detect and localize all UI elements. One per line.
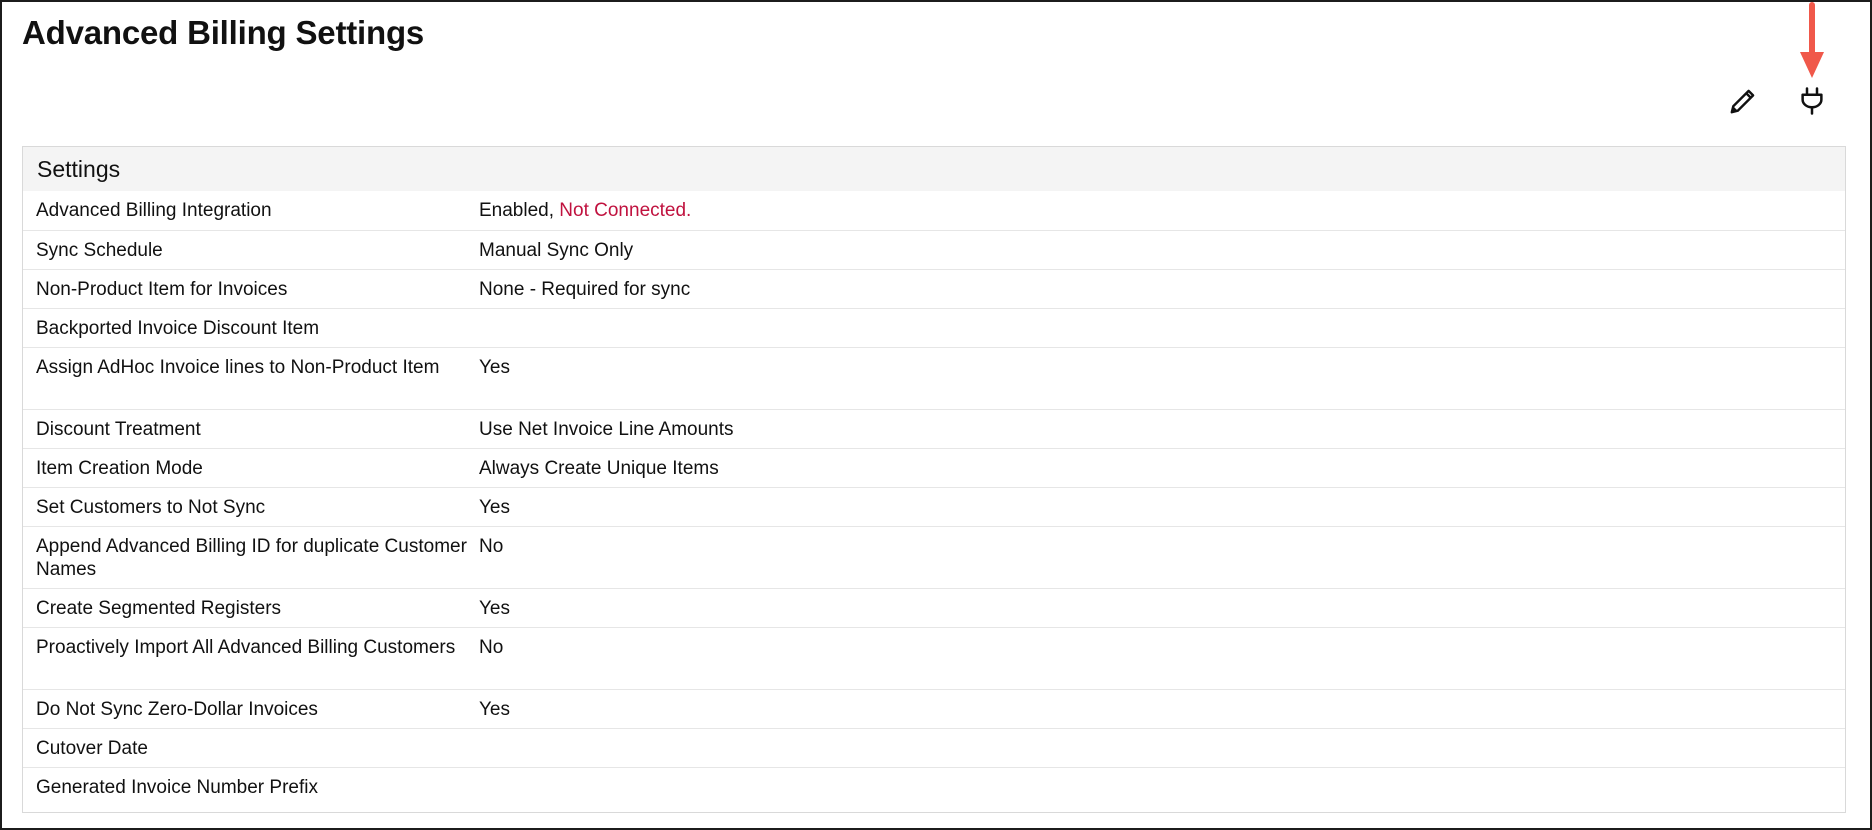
row-label: Do Not Sync Zero-Dollar Invoices <box>36 699 318 720</box>
connect-button[interactable] <box>1792 81 1832 121</box>
row-label: Generated Invoice Number Prefix <box>36 777 318 798</box>
settings-row: Item Creation Mode Always Create Unique … <box>23 448 1845 487</box>
row-value-alert: None - Required for sync <box>479 279 691 300</box>
settings-row: Proactively Import All Advanced Billing … <box>23 627 1845 689</box>
settings-row: Discount Treatment Use Net Invoice Line … <box>23 409 1845 448</box>
settings-row: Non-Product Item for Invoices None - Req… <box>23 269 1845 308</box>
pencil-icon <box>1730 89 1755 114</box>
settings-row: Append Advanced Billing ID for duplicate… <box>23 526 1845 588</box>
row-label: Create Segmented Registers <box>36 598 282 619</box>
row-value: Yes <box>479 497 510 518</box>
row-label: Sync Schedule <box>36 240 163 261</box>
row-label: Advanced Billing Integration <box>36 200 272 221</box>
edit-button[interactable] <box>1723 81 1763 121</box>
settings-row: Set Customers to Not Sync Yes <box>23 487 1845 526</box>
settings-row: Do Not Sync Zero-Dollar Invoices Yes <box>23 689 1845 728</box>
row-value: Always Create Unique Items <box>479 458 719 479</box>
settings-row: Create Segmented Registers Yes <box>23 588 1845 627</box>
settings-row: Advanced Billing Integration Enabled, No… <box>23 191 1845 230</box>
row-label: Append Advanced Billing ID for duplicate… <box>36 536 467 580</box>
row-label: Discount Treatment <box>36 419 201 440</box>
settings-row: Generated Invoice Number Prefix <box>23 767 1845 806</box>
settings-row: Backported Invoice Discount Item <box>23 308 1845 347</box>
row-value: No <box>479 536 504 557</box>
settings-row: Cutover Date <box>23 728 1845 767</box>
plug-icon <box>1801 87 1823 115</box>
annotation-arrow-icon <box>1800 2 1824 78</box>
connection-alert: Not Connected. <box>559 200 692 221</box>
row-value: Yes <box>479 357 510 378</box>
panel-header: Settings <box>23 147 1845 191</box>
row-value: Yes <box>479 598 510 619</box>
row-label: Set Customers to Not Sync <box>36 497 266 518</box>
row-label: Assign AdHoc Invoice lines to Non-Produc… <box>36 357 440 378</box>
row-value <box>479 776 1845 806</box>
settings-row: Assign AdHoc Invoice lines to Non-Produc… <box>23 347 1845 409</box>
settings-table: Advanced Billing Integration Enabled, No… <box>23 191 1845 806</box>
settings-row: Sync Schedule Manual Sync Only <box>23 230 1845 269</box>
settings-page: Advanced Billing Settings Settings Advan… <box>0 0 1872 830</box>
row-value <box>479 317 1845 347</box>
page-title: Advanced Billing Settings <box>22 14 425 51</box>
row-value: Manual Sync Only <box>479 240 634 261</box>
row-label: Backported Invoice Discount Item <box>36 318 320 339</box>
settings-panel: Settings Advanced Billing Integration En… <box>22 146 1846 813</box>
row-value: Enabled, Not Connected. <box>479 199 1845 230</box>
row-label: Cutover Date <box>36 738 148 759</box>
row-label: Proactively Import All Advanced Billing … <box>36 637 456 658</box>
row-label: Item Creation Mode <box>36 458 203 479</box>
integration-status: Enabled, <box>479 200 560 221</box>
row-label: Non-Product Item for Invoices <box>36 279 288 300</box>
row-value: No <box>479 637 504 658</box>
row-value: Use Net Invoice Line Amounts <box>479 419 734 440</box>
row-value <box>479 737 1845 767</box>
row-value: Yes <box>479 699 510 720</box>
